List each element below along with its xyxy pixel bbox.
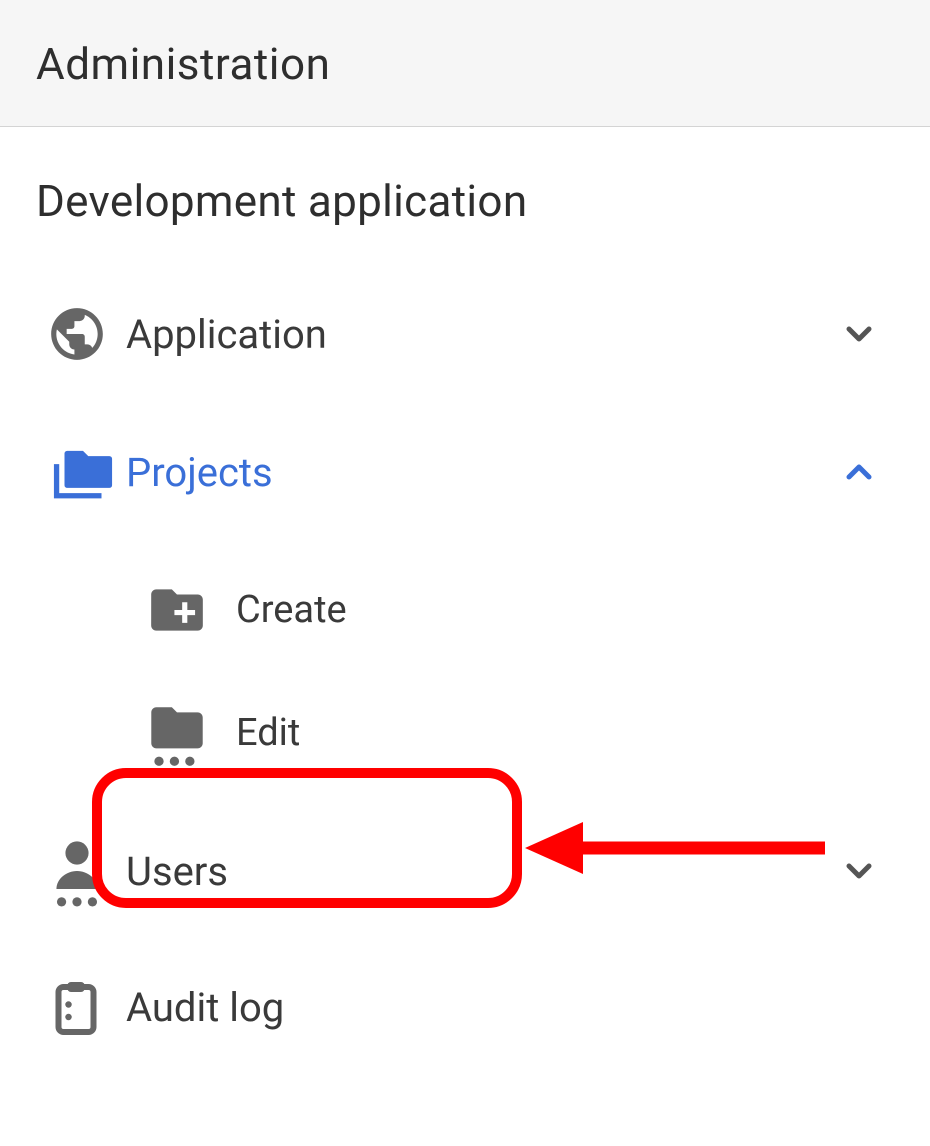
- nav-item-projects[interactable]: Projects: [36, 417, 894, 527]
- header-title: Administration: [36, 38, 894, 90]
- sub-item-edit[interactable]: Edit: [146, 669, 894, 797]
- nav-item-label: Projects: [126, 449, 834, 496]
- nav-item-users[interactable]: Users: [36, 817, 894, 925]
- clipboard-icon: [36, 977, 126, 1037]
- nav-item-label: Users: [126, 848, 834, 895]
- chevron-down-icon: [834, 851, 884, 891]
- chevron-up-icon: [834, 452, 884, 492]
- folder-plus-icon: [146, 579, 236, 641]
- sub-item-label: Edit: [236, 711, 300, 755]
- nav-item-label: Audit log: [126, 984, 894, 1031]
- folders-icon: [36, 435, 126, 509]
- sub-item-label: Create: [236, 588, 347, 632]
- folder-dots-icon: [146, 697, 236, 769]
- nav-item-application[interactable]: Application: [36, 285, 894, 383]
- admin-header: Administration: [0, 0, 930, 127]
- section-body: Development application Application Proj…: [0, 127, 930, 1055]
- sub-item-create[interactable]: Create: [146, 551, 894, 669]
- section-title: Development application: [36, 175, 894, 227]
- nav-item-audit-log[interactable]: Audit log: [36, 959, 894, 1055]
- nav-subitems-projects: Create Edit: [36, 551, 894, 797]
- chevron-down-icon: [834, 314, 884, 354]
- user-dots-icon: [36, 835, 126, 907]
- globe-icon: [36, 303, 126, 365]
- nav-item-label: Application: [126, 311, 834, 358]
